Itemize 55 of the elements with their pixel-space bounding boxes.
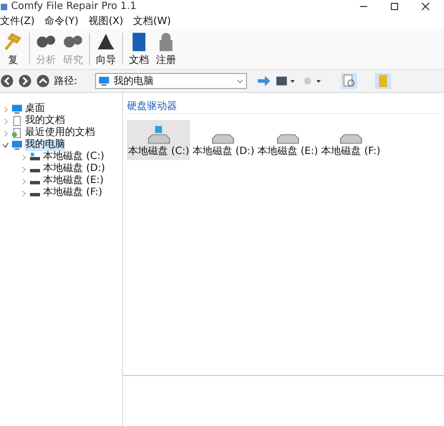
toolbar-button[interactable]: 复 (0, 31, 26, 67)
app-icon (0, 2, 8, 10)
drive-item[interactable]: 本地磁盘 (C:) (127, 120, 190, 160)
menu-item[interactable]: 视图(X) (88, 14, 124, 28)
up-icon[interactable] (36, 74, 50, 88)
monitor-icon (98, 76, 110, 86)
expand-icon[interactable] (20, 166, 27, 172)
tree-item[interactable]: 本地磁盘 (E:) (43, 175, 104, 187)
go-arrow-icon[interactable] (257, 74, 272, 88)
back-icon[interactable] (0, 74, 14, 88)
tree-item[interactable]: 本地磁盘 (F:) (43, 187, 102, 199)
document-icon (11, 116, 23, 126)
hard-drive-icon (212, 134, 234, 144)
path-dropdown[interactable]: 我的电脑 (95, 73, 248, 89)
expand-icon[interactable] (20, 178, 27, 184)
recent-document-icon (11, 128, 23, 138)
expand-icon[interactable] (20, 154, 27, 160)
hard-drive-icon (148, 134, 170, 144)
drive-item[interactable]: 本地磁盘 (F:) (320, 120, 382, 160)
tree-item[interactable]: 本地磁盘 (C:) (43, 151, 104, 163)
maximize-icon[interactable] (390, 2, 399, 11)
path-label: 路径: (54, 75, 78, 88)
tree-item[interactable]: 桌面 (25, 103, 45, 115)
toolbar-button[interactable]: 注册 (153, 31, 179, 67)
expand-icon[interactable] (20, 190, 27, 196)
drive-icon (29, 152, 41, 162)
toolbar-button[interactable]: 向导 (93, 31, 119, 67)
tree-item[interactable]: 我的电脑 (25, 139, 65, 151)
collapse-icon[interactable] (2, 142, 9, 148)
toolbar-button[interactable]: 文档 (126, 31, 152, 67)
windows-logo-icon (155, 126, 162, 133)
group-header: 硬盘驱动器 (127, 99, 440, 114)
monitor-icon (11, 104, 23, 114)
expand-icon[interactable] (2, 106, 9, 112)
tree-item[interactable]: 我的文档 (25, 115, 65, 127)
search-icon[interactable] (341, 73, 358, 89)
menu-item[interactable]: 命令(Y) (44, 14, 79, 28)
menu-item[interactable]: 文件(Z) (0, 14, 35, 28)
expand-icon[interactable] (2, 130, 9, 136)
caret-icon (236, 77, 244, 85)
view-picture-icon[interactable] (275, 74, 298, 88)
monitor-icon (11, 140, 23, 150)
menu-item[interactable]: 文档(W) (133, 14, 171, 28)
drive-item[interactable]: 本地磁盘 (D:) (191, 120, 256, 160)
tree-item[interactable]: 最近使用的文档 (25, 127, 95, 139)
hammer-icon (2, 31, 24, 53)
drive-item[interactable]: 本地磁盘 (E:) (256, 120, 320, 160)
hard-drive-icon (276, 134, 299, 144)
folder-icon[interactable] (375, 73, 392, 89)
expand-icon[interactable] (2, 118, 9, 124)
window-title: Comfy File Repair Pro 1.1 (11, 0, 136, 13)
hard-drive-icon (340, 134, 362, 144)
forward-icon[interactable] (18, 74, 32, 88)
close-icon[interactable] (421, 2, 430, 11)
tree-item[interactable]: 本地磁盘 (D:) (43, 163, 106, 175)
